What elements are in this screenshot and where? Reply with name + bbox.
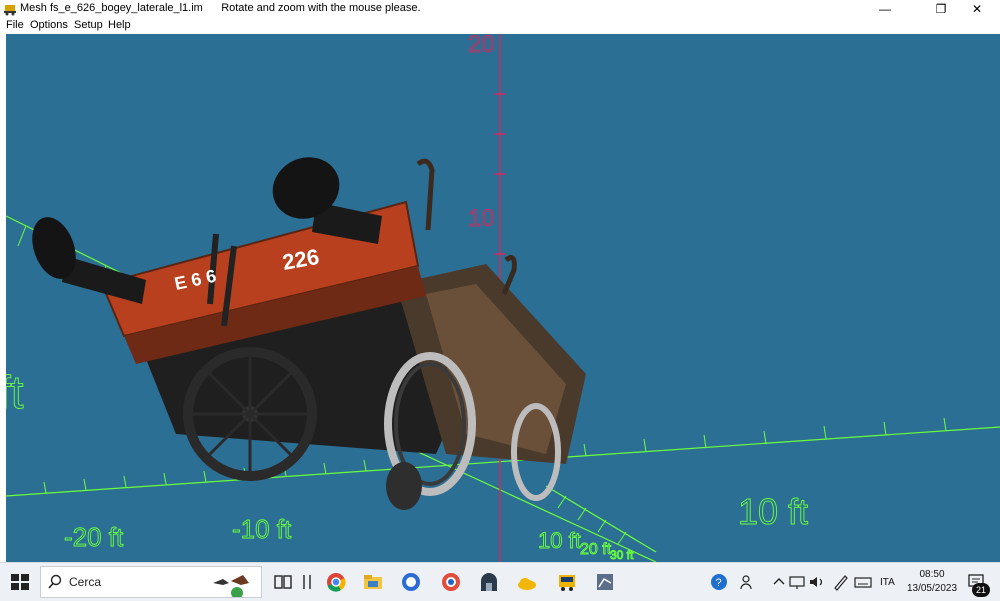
axis-label-30-front: 30 ft — [610, 548, 634, 562]
window-title: Mesh fs_e_626_bogey_laterale_l1.im Rotat… — [20, 2, 421, 14]
search-icon — [48, 574, 62, 589]
notification-badge: 21 — [972, 583, 990, 597]
tunnel-app-icon[interactable] — [478, 571, 500, 593]
task-view-icon[interactable] — [272, 571, 294, 593]
network-icon[interactable] — [786, 571, 808, 593]
language-indicator[interactable]: ITA — [880, 577, 895, 588]
pen-icon[interactable] — [830, 571, 852, 593]
menu-setup[interactable]: Setup — [74, 19, 103, 31]
windows-start-icon[interactable] — [9, 571, 31, 593]
bogie-model[interactable]: 226 E 6 6 — [24, 146, 586, 510]
search-placeholder: Cerca — [69, 575, 102, 589]
mesh-viewer-icon[interactable] — [594, 571, 616, 593]
chrome-icon[interactable] — [325, 571, 347, 593]
axis-label-10-right: 10 ft — [738, 491, 808, 532]
menu-file[interactable]: File — [6, 19, 24, 31]
axis-label-10-front: 10 ft — [538, 528, 581, 553]
window-hint: Rotate and zoom with the mouse please. — [221, 2, 421, 14]
vertical-label-10: 10 — [468, 205, 495, 232]
axis-label-ft-left: ft — [6, 366, 24, 418]
help-icon[interactable]: ? — [708, 571, 730, 593]
axis-label-neg10: -10 ft — [232, 514, 292, 544]
minimize-button[interactable]: — — [862, 0, 908, 18]
people-icon[interactable] — [738, 571, 760, 593]
widgets-icon[interactable] — [296, 571, 318, 593]
title-bar: Mesh fs_e_626_bogey_laterale_l1.im Rotat… — [0, 0, 1000, 18]
axis-label-neg20: -20 ft — [64, 522, 124, 552]
app-icon — [4, 5, 16, 16]
birds-illustration-icon — [213, 575, 249, 597]
svg-text:?: ? — [716, 577, 722, 589]
menu-options[interactable]: Options — [30, 19, 68, 31]
axis-label-20-front: 20 ft — [580, 541, 612, 558]
3d-viewport[interactable]: 20 10 -20 ft -10 ft 10 ft 10 ft 20 ft 30… — [6, 34, 1000, 562]
vertical-label-20: 20 — [468, 34, 495, 58]
train-sim-icon[interactable] — [556, 571, 578, 593]
viewport-canvas[interactable]: 20 10 -20 ft -10 ft 10 ft 10 ft 20 ft 30… — [6, 34, 1000, 562]
globe-app-icon[interactable] — [400, 571, 422, 593]
cloud-drive-icon[interactable] — [516, 571, 538, 593]
ccleaner-icon[interactable] — [440, 571, 462, 593]
clock-date[interactable]: 13/05/2023 — [904, 583, 960, 594]
menu-help[interactable]: Help — [108, 19, 131, 31]
taskbar: Cerca ? ITA 08:50 13/05/2023 21 — [0, 562, 1000, 601]
search-box[interactable]: Cerca — [40, 566, 262, 598]
keyboard-icon[interactable] — [852, 571, 874, 593]
clock-time[interactable]: 08:50 — [912, 569, 952, 580]
close-button[interactable]: ✕ — [954, 0, 1000, 18]
menu-bar: File Options Setup Help — [0, 18, 1000, 34]
volume-icon[interactable] — [806, 571, 828, 593]
file-explorer-icon[interactable] — [362, 571, 384, 593]
